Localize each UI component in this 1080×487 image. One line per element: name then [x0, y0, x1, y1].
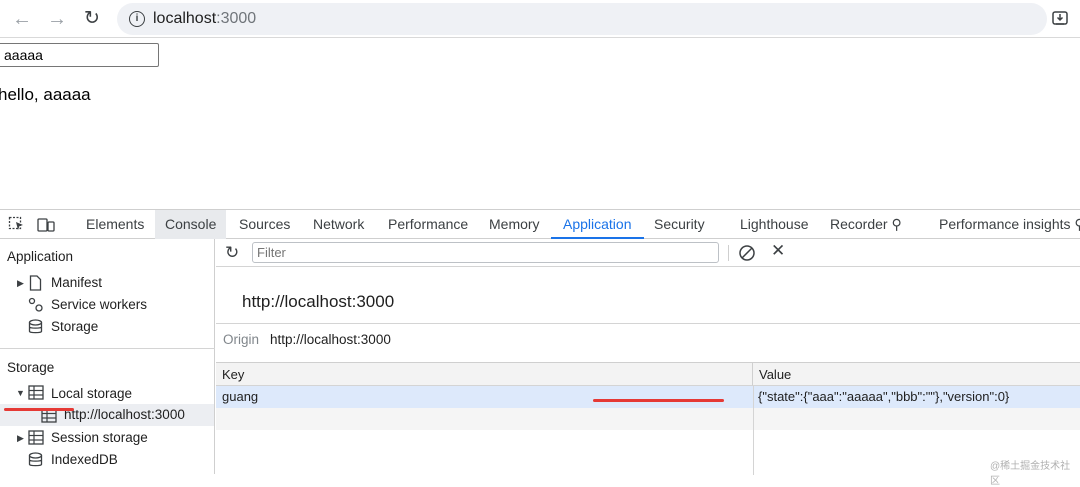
origin-field-value: http://localhost:3000 [270, 332, 391, 347]
column-divider [753, 386, 754, 475]
browser-toolbar: ← → ↻ i localhost:3000 [0, 0, 1080, 38]
greeting-text: hello, aaaaa [0, 85, 91, 104]
origin-heading: http://localhost:3000 [242, 292, 395, 311]
collapse-triangle-icon[interactable]: ▼ [16, 388, 25, 398]
annotation-underline-key [4, 408, 74, 411]
expand-triangle-icon[interactable]: ▶ [17, 433, 24, 444]
clear-all-icon[interactable] [738, 244, 756, 262]
gears-icon [28, 297, 43, 312]
section-storage: Storage [7, 360, 55, 375]
close-icon[interactable]: ✕ [771, 241, 785, 261]
sidebar-item-local-storage[interactable]: Local storage [51, 386, 132, 401]
tab-application[interactable]: Application [551, 210, 644, 239]
inspect-element-icon[interactable] [8, 216, 26, 232]
sidebar-item-session-storage[interactable]: Session storage [51, 430, 148, 445]
application-sidebar: Application ▶ Manifest Service workers S… [0, 239, 215, 474]
tab-sources[interactable]: Sources [229, 210, 300, 239]
info-icon[interactable]: i [129, 11, 145, 27]
origin-divider [216, 323, 1080, 324]
device-toolbar-icon[interactable] [37, 216, 55, 232]
tab-console[interactable]: Console [155, 210, 227, 239]
document-icon [29, 275, 42, 291]
column-header-value[interactable]: Value [753, 363, 1080, 386]
tab-network[interactable]: Network [303, 210, 374, 239]
tab-elements[interactable]: Elements [76, 210, 154, 239]
tab-recorder-label: Recorder [830, 216, 888, 232]
storage-toolbar: ↻ ✕ [216, 239, 1080, 267]
section-application: Application [7, 249, 74, 264]
toolbar-divider [728, 245, 729, 261]
address-bar[interactable]: i localhost:3000 [117, 3, 1047, 35]
origin-field-label: Origin [223, 332, 260, 347]
storage-view: ↻ ✕ http://localhost:3000 Origin http://… [216, 239, 1080, 475]
table-row-empty [216, 408, 1080, 430]
database-icon [28, 452, 43, 467]
url-text[interactable]: localhost:3000 [153, 10, 256, 28]
tab-lighthouse[interactable]: Lighthouse [730, 210, 819, 239]
devtools-tabbar: Elements Console Sources Network Perform… [0, 210, 1080, 239]
database-icon [28, 319, 43, 334]
flask-icon: ⚲ [1074, 216, 1080, 232]
table-row[interactable]: guang {"state":{"aaa":"aaaaa","bbb":""},… [216, 386, 1080, 408]
devtools-panel: Elements Console Sources Network Perform… [0, 209, 1080, 475]
sidebar-item-storage[interactable]: Storage [51, 319, 98, 334]
watermark-text: @稀土掘金技术社区 [990, 461, 1071, 487]
arrow-left-icon[interactable]: ← [9, 6, 35, 32]
annotation-underline-value [593, 399, 724, 402]
expand-triangle-icon[interactable]: ▶ [17, 278, 24, 289]
key-value-table: Key Value guang {"state":{"aaa":"aaaaa",… [216, 362, 1080, 475]
origin-label: http://localhost:3000 [64, 407, 185, 422]
table-grid-icon [28, 430, 44, 445]
sidebar-item-indexeddb[interactable]: IndexedDB [51, 452, 118, 467]
sidebar-divider [0, 348, 215, 349]
url-port: :3000 [216, 10, 257, 27]
flask-icon: ⚲ [891, 216, 902, 232]
table-grid-icon [28, 385, 44, 400]
name-input[interactable] [0, 43, 159, 67]
sidebar-item-service-workers[interactable]: Service workers [51, 297, 147, 312]
tab-performance-insights[interactable]: Performance insights ⚲ [929, 210, 1080, 239]
value-cell[interactable]: {"state":{"aaa":"aaaaa","bbb":""},"versi… [753, 386, 1080, 408]
key-cell[interactable]: guang [216, 386, 753, 408]
tab-memory[interactable]: Memory [479, 210, 550, 239]
arrow-right-icon[interactable]: → [44, 6, 70, 32]
filter-input[interactable] [252, 242, 719, 263]
sidebar-item-manifest[interactable]: Manifest [51, 275, 102, 290]
tab-performance-insights-label: Performance insights [939, 216, 1071, 232]
tab-performance[interactable]: Performance [378, 210, 478, 239]
url-host: localhost [153, 10, 217, 27]
column-header-key[interactable]: Key [216, 363, 753, 386]
install-app-icon[interactable] [1051, 9, 1069, 27]
tab-security[interactable]: Security [644, 210, 715, 239]
refresh-icon[interactable]: ↻ [225, 243, 239, 263]
tab-recorder[interactable]: Recorder ⚲ [820, 210, 912, 239]
reload-icon[interactable]: ↻ [79, 6, 105, 32]
